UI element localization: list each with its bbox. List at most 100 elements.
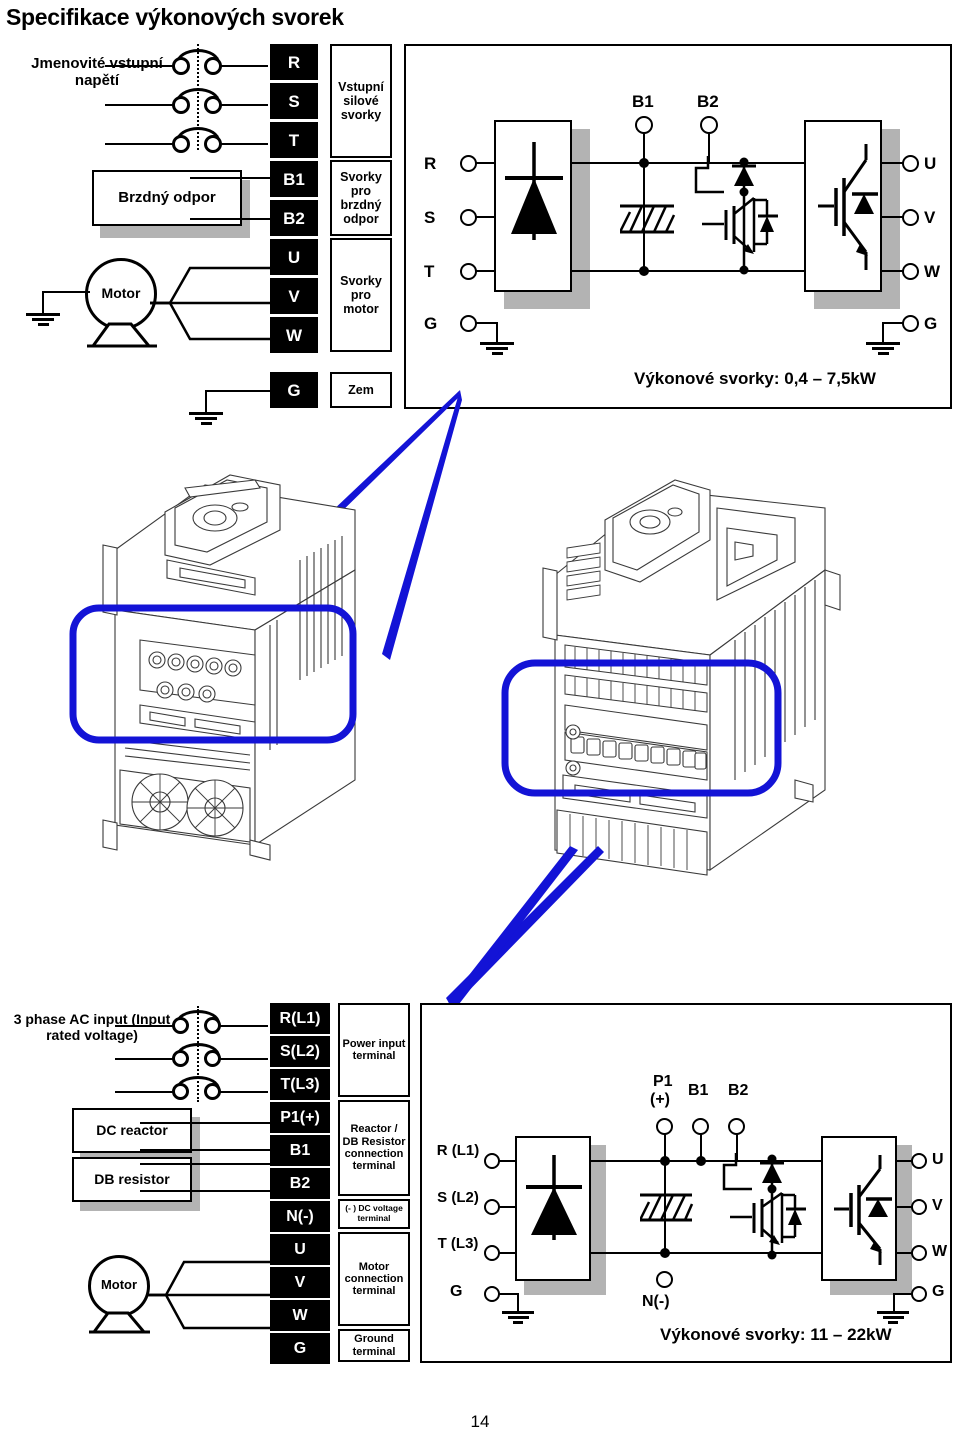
schematic-label-G-out: G — [932, 1283, 945, 1300]
terminal-pad-T-L3[interactable]: T(L3) — [270, 1069, 330, 1100]
schematic-label-R: R — [424, 154, 437, 173]
schematic-node-W[interactable] — [911, 1245, 927, 1261]
schematic-node-B1[interactable] — [635, 116, 653, 134]
terminal-pad-R-L1[interactable]: R(L1) — [270, 1003, 330, 1034]
wire-G-out — [882, 322, 904, 324]
terminal-group-input-power: Vstupní silové svorky — [330, 44, 392, 158]
bottom-motor-label: Motor — [100, 1277, 138, 1292]
schematic-label-B1: B1 — [688, 1082, 709, 1099]
schematic-node-G-in[interactable] — [460, 315, 477, 332]
terminal-pad-V[interactable]: V — [270, 1267, 330, 1298]
switch-contact — [172, 57, 190, 75]
schematic-label-T-L3: T (L3) — [437, 1235, 479, 1252]
switch-wire-out — [219, 1025, 268, 1027]
top-source-label: Jmenovité vstupní napětí — [31, 55, 163, 89]
terminal-pad-W[interactable]: W — [270, 317, 318, 353]
wire-G-in-down — [517, 1293, 519, 1311]
schematic-label-P1-plus: (+) — [650, 1091, 670, 1108]
schematic-label-B2: B2 — [728, 1082, 749, 1099]
dc-reactor-wire-b1 — [140, 1149, 270, 1151]
terminal-pad-B1[interactable]: B1 — [270, 161, 318, 197]
switch-wire-in — [115, 1058, 175, 1060]
switch-wire-out — [220, 104, 268, 106]
switch-wire-out — [219, 1058, 268, 1060]
db-resistor-wire-b2 — [140, 1190, 270, 1192]
schematic-node-U[interactable] — [911, 1153, 927, 1169]
top-motor-label: Motor — [101, 285, 141, 301]
dc-link-capacitor — [640, 1193, 694, 1222]
schematic-label-B2: B2 — [697, 92, 719, 111]
junction-dot — [639, 158, 649, 168]
diode-symbol — [526, 1155, 582, 1240]
bottom-source-label: 3 phase AC input (Input rated voltage) — [13, 1011, 171, 1043]
schematic-node-T[interactable] — [460, 263, 477, 280]
terminal-pad-B2[interactable]: B2 — [270, 200, 318, 236]
schematic-node-P1[interactable] — [656, 1118, 673, 1135]
top-schematic-caption: Výkonové svorky: 0,4 – 7,5kW — [634, 369, 876, 388]
schematic-label-N: N(-) — [642, 1293, 670, 1310]
junction-dot-b1 — [696, 1156, 706, 1166]
schematic-node-B1[interactable] — [692, 1118, 709, 1135]
terminal-pad-U[interactable]: U — [270, 1234, 330, 1265]
top-terminal-column: R S T B1 B2 U V W — [270, 44, 318, 364]
schematic-label-B1: B1 — [632, 92, 654, 111]
terminal-pad-U[interactable]: U — [270, 239, 318, 275]
igbt-symbol — [834, 1155, 892, 1265]
schematic-label-T: T — [424, 262, 435, 281]
schematic-node-V[interactable] — [911, 1199, 927, 1215]
terminal-group-motor-connection: Motor connection terminal — [338, 1232, 410, 1326]
terminal-pad-B2[interactable]: B2 — [270, 1168, 330, 1199]
schematic-node-S[interactable] — [460, 209, 477, 226]
switch-contact — [172, 1083, 189, 1100]
schematic-label-S: S — [424, 208, 436, 227]
terminal-group-power-input: Power input terminal — [338, 1003, 410, 1097]
diode-symbol — [505, 142, 563, 240]
terminal-pad-V[interactable]: V — [270, 278, 318, 314]
switch-wire-in — [115, 1025, 175, 1027]
schematic-node-T[interactable] — [484, 1245, 500, 1261]
motor-ground-symbol — [26, 313, 60, 328]
terminal-pad-P1[interactable]: P1(+) — [270, 1102, 330, 1133]
terminal-pad-G[interactable]: G — [270, 1333, 330, 1364]
bottom-disconnect-switches — [115, 1006, 270, 1106]
wire-G-out-down — [893, 1293, 895, 1311]
terminal-pad-S-L2[interactable]: S(L2) — [270, 1036, 330, 1067]
schematic-node-U[interactable] — [902, 155, 919, 172]
schematic-node-V[interactable] — [902, 209, 919, 226]
bottom-motor-phase-wires — [148, 1260, 270, 1330]
schematic-node-R[interactable] — [484, 1153, 500, 1169]
schematic-label-P1: P1 — [653, 1073, 673, 1090]
schematic-node-R[interactable] — [460, 155, 477, 172]
schematic-node-W[interactable] — [902, 263, 919, 280]
schematic-node-G-out[interactable] — [911, 1286, 927, 1302]
schematic-node-G-in[interactable] — [484, 1286, 500, 1302]
schematic-label-V: V — [924, 208, 936, 227]
terminal-pad-S[interactable]: S — [270, 83, 318, 119]
terminal-pad-N[interactable]: N(-) — [270, 1201, 330, 1232]
schematic-node-B2[interactable] — [700, 116, 718, 134]
top-ground-symbol — [189, 412, 223, 427]
wire-G-in — [499, 1293, 519, 1295]
junction-dot — [660, 1156, 670, 1166]
terminal-pad-B1[interactable]: B1 — [270, 1135, 330, 1166]
schematic-node-N[interactable] — [656, 1271, 673, 1288]
drive-illustration-large — [501, 479, 841, 876]
switch-wire-out — [220, 143, 268, 145]
wire-G-out — [893, 1293, 913, 1295]
terminal-pad-G[interactable]: G — [270, 372, 318, 408]
ground-symbol-in — [502, 1311, 534, 1326]
schematic-node-B2[interactable] — [728, 1118, 745, 1135]
ground-symbol-out — [866, 342, 900, 357]
switch-wire-out — [220, 65, 268, 67]
terminal-pad-R[interactable]: R — [270, 44, 318, 80]
dc-reactor-wire-p1 — [140, 1122, 270, 1124]
wire-V — [882, 216, 904, 218]
switch-wire-out — [219, 1091, 268, 1093]
terminal-pad-W[interactable]: W — [270, 1300, 330, 1331]
wire-G-in-down — [496, 322, 498, 342]
schematic-node-G-out[interactable] — [902, 315, 919, 332]
terminal-pad-T[interactable]: T — [270, 122, 318, 158]
schematic-node-S[interactable] — [484, 1199, 500, 1215]
schematic-label-G-out: G — [924, 314, 938, 333]
junction-dot — [639, 266, 649, 276]
